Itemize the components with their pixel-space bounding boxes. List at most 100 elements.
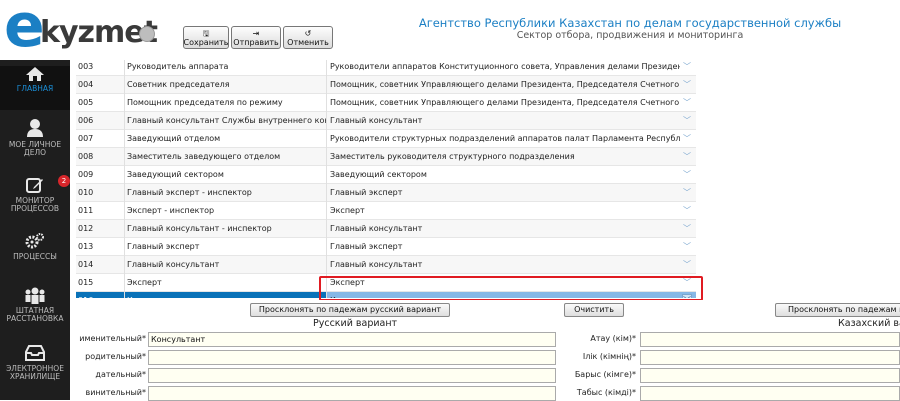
row-position-name: Эксперт - инспектор <box>124 202 326 220</box>
ekyzmet-logo[interactable]: e kyzmet <box>4 0 164 61</box>
ru-dative-input[interactable] <box>148 368 556 383</box>
undo-icon: ↺ <box>304 28 312 38</box>
row-category-value: Помощник, советник Управляющего делами П… <box>330 98 680 107</box>
table-row[interactable]: 004 Советник председателя Помощник, советн… <box>76 76 696 94</box>
ru-accusative-input[interactable] <box>148 386 556 401</box>
chevron-down-icon[interactable]: ﹀ <box>682 60 692 76</box>
send-icon: ⇥ <box>252 28 260 38</box>
person-icon <box>27 119 43 137</box>
row-category-value: Заместитель руководителя структурного по… <box>330 152 575 161</box>
sidebar-item-personal-file[interactable]: МОЕ ЛИЧНОЕ ДЕЛО <box>0 118 70 162</box>
kz-genitive-input[interactable] <box>640 350 900 365</box>
decline-russian-button[interactable]: Просклонять по падежам русский вариант <box>250 303 450 317</box>
row-position-name: Главный консультант Службы внутреннего к… <box>124 112 326 130</box>
cancel-button[interactable]: ↺ Отменить <box>283 26 333 49</box>
row-code: 009 <box>78 170 94 179</box>
highlight-frame <box>319 276 703 301</box>
chevron-down-icon[interactable]: ﹀ <box>682 202 692 220</box>
row-position-name: Заведующий сектором <box>124 166 326 184</box>
logo-e: e <box>4 0 45 61</box>
ru-nominative-label: именительный* <box>79 334 146 343</box>
kz-accusative-input[interactable] <box>640 386 900 401</box>
row-position-name: Советник председателя <box>124 76 326 94</box>
chevron-down-icon[interactable]: ﹀ <box>682 256 692 274</box>
ru-nominative-input[interactable]: Консультант <box>148 332 556 347</box>
sidebar-item-staffing[interactable]: ШТАТНАЯ РАССТАНОВКА <box>0 286 70 330</box>
row-code: 008 <box>78 152 94 161</box>
row-category-select[interactable]: Руководители аппаратов Конституционного … <box>326 60 696 76</box>
sidebar-label-process-monitor: МОНИТОР ПРОЦЕССОВ <box>10 196 60 213</box>
kz-nominative-input[interactable] <box>640 332 900 347</box>
decline-kazakh-button[interactable]: Просклонять по падежам ка <box>775 303 900 317</box>
emblem-icon <box>139 26 155 42</box>
chevron-down-icon[interactable]: ﹀ <box>682 130 692 148</box>
chevron-down-icon[interactable]: ﹀ <box>682 76 692 94</box>
save-label: Сохранить <box>183 37 229 47</box>
row-category-value: Заведующий сектором <box>330 170 427 179</box>
row-category-select[interactable]: Главный эксперт ﹀ <box>326 184 696 202</box>
table-row[interactable]: 013 Главный эксперт Главный эксперт ﹀ <box>76 238 696 256</box>
sidebar: ГЛАВНАЯ МОЕ ЛИЧНОЕ ДЕЛО МОНИТОР ПРОЦЕССО… <box>0 60 70 400</box>
chevron-down-icon[interactable]: ﹀ <box>682 112 692 130</box>
row-position-name: Консультант <box>124 292 326 298</box>
ru-genitive-input[interactable] <box>148 350 556 365</box>
row-category-select[interactable]: Руководители структурных подразделений а… <box>326 130 696 148</box>
row-code: 006 <box>78 116 94 125</box>
row-position-name: Главный консультант - инспектор <box>124 220 326 238</box>
declension-form: Просклонять по падежам русский вариант О… <box>70 300 900 401</box>
table-row[interactable]: 008 Заместитель заведующего отделом Замест… <box>76 148 696 166</box>
row-category-select[interactable]: Главный эксперт ﹀ <box>326 238 696 256</box>
row-code: 011 <box>78 206 94 215</box>
kz-dative-label: Барыс (кімге)* <box>574 370 636 379</box>
table-row[interactable]: 009 Заведующий сектором Заведующий секторо… <box>76 166 696 184</box>
table-row[interactable]: 010 Главный эксперт - инспектор Главный эк… <box>76 184 696 202</box>
table-row[interactable]: 012 Главный консультант - инспектор Главны… <box>76 220 696 238</box>
cancel-label: Отменить <box>287 37 329 47</box>
sidebar-label-processes: ПРОЦЕССЫ <box>13 252 57 261</box>
row-category-select[interactable]: Заведующий сектором ﹀ <box>326 166 696 184</box>
row-category-select[interactable]: Помощник, советник Управляющего делами П… <box>326 94 696 112</box>
row-category-value: Главный эксперт <box>330 242 403 251</box>
sidebar-item-home[interactable]: ГЛАВНАЯ <box>0 66 70 110</box>
row-category-value: Главный консультант <box>330 116 423 125</box>
sidebar-item-e-storage[interactable]: ЭЛЕКТРОННОЕ ХРАНИЛИЩЕ <box>0 344 70 388</box>
row-code: 013 <box>78 242 94 251</box>
table-row[interactable]: 006 Главный консультант Службы внутреннег… <box>76 112 696 130</box>
chevron-down-icon[interactable]: ﹀ <box>682 148 692 166</box>
row-category-select[interactable]: Эксперт ﹀ <box>326 202 696 220</box>
row-category-value: Эксперт <box>330 206 365 215</box>
clear-button[interactable]: Очистить <box>564 303 624 317</box>
row-category-select[interactable]: Главный консультант ﹀ <box>326 112 696 130</box>
kz-dative-input[interactable] <box>640 368 900 383</box>
table-row[interactable]: 007 Заведующий отделом Руководители структ… <box>76 130 696 148</box>
table-row[interactable]: 011 Эксперт - инспектор Эксперт ﹀ <box>76 202 696 220</box>
row-position-name: Заместитель заведующего отделом <box>124 148 326 166</box>
row-position-name: Главный консультант <box>124 256 326 274</box>
chevron-down-icon[interactable]: ﹀ <box>682 94 692 112</box>
save-button[interactable]: 🖫 Сохранить <box>183 26 229 49</box>
chevron-down-icon[interactable]: ﹀ <box>682 184 692 202</box>
row-category-select[interactable]: Главный консультант ﹀ <box>326 256 696 274</box>
row-category-value: Руководители структурных подразделений а… <box>330 134 680 143</box>
chevron-down-icon[interactable]: ﹀ <box>682 238 692 256</box>
ru-accusative-label: винительный* <box>85 388 147 397</box>
row-code: 004 <box>78 80 94 89</box>
chevron-down-icon[interactable]: ﹀ <box>682 166 692 184</box>
floppy-icon: 🖫 <box>202 28 210 38</box>
row-code: 007 <box>78 134 94 143</box>
row-category-select[interactable]: Заместитель руководителя структурного по… <box>326 148 696 166</box>
table-row[interactable]: 005 Помощник председателя по режиму Помощн… <box>76 94 696 112</box>
home-icon <box>26 67 44 81</box>
send-button[interactable]: ⇥ Отправить <box>231 26 281 49</box>
row-category-select[interactable]: Главный консультант ﹀ <box>326 220 696 238</box>
chevron-down-icon[interactable]: ﹀ <box>682 220 692 238</box>
sidebar-item-processes[interactable]: ПРОЦЕССЫ <box>0 232 70 268</box>
sidebar-label-home: ГЛАВНАЯ <box>16 84 54 93</box>
send-label: Отправить <box>233 37 279 47</box>
table-row[interactable]: 003 Руководитель аппарата Руководители апп… <box>76 60 696 76</box>
row-category-select[interactable]: Помощник, советник Управляющего делами П… <box>326 76 696 94</box>
table-row[interactable]: 014 Главный консультант Главный консультан… <box>76 256 696 274</box>
gears-icon <box>25 233 44 249</box>
row-code: 014 <box>78 260 94 269</box>
row-category-value: Помощник, советник Управляющего делами П… <box>330 80 680 89</box>
